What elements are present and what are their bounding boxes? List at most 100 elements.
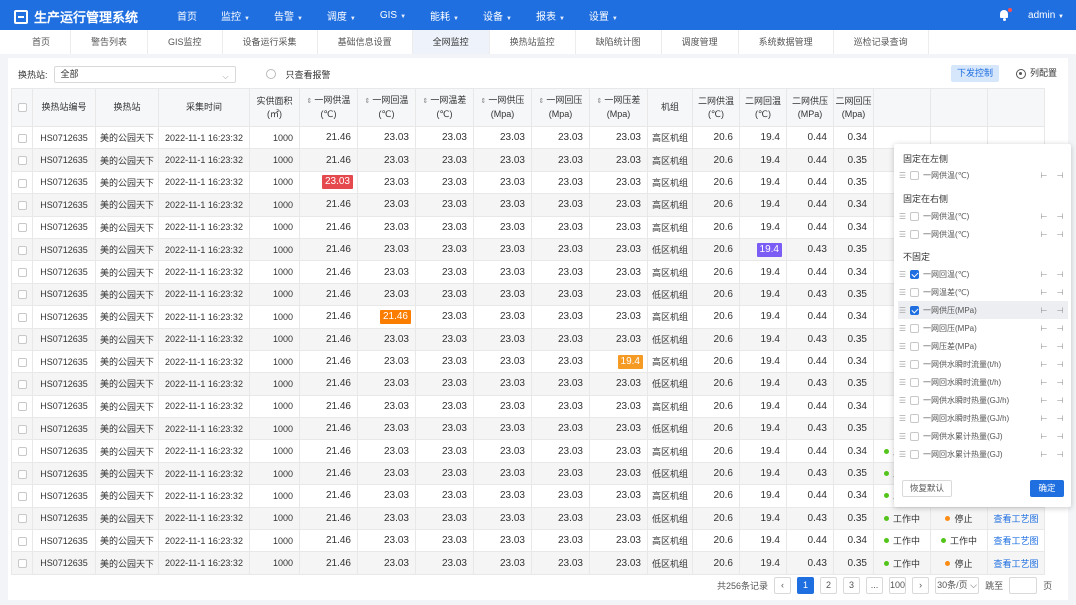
drag-handle-icon[interactable]: ☰ [898, 230, 907, 239]
column-option[interactable]: ☰ 一网供水瞬时流量(t/h) ⊢ ⊣ [898, 355, 1068, 373]
column-checkbox[interactable] [910, 229, 919, 239]
pin-left-icon[interactable]: ⊢ [1036, 306, 1052, 315]
table-row[interactable]: HS0712635 美的公园天下 2022-11-1 16:23:32 1000 21.… [11, 439, 1045, 463]
row-checkbox[interactable] [17, 402, 27, 412]
pin-left-icon[interactable]: ⊢ [1036, 324, 1052, 333]
row-checkbox[interactable] [17, 536, 27, 546]
table-row[interactable]: HS0712635 美的公园天下 2022-11-1 16:23:32 1000 21.… [11, 327, 1045, 351]
column-checkbox[interactable] [910, 305, 919, 315]
nav-item-8[interactable]: 设置 ▼ [577, 8, 630, 23]
sort-icon[interactable]: ⇕ [481, 98, 487, 105]
sort-icon[interactable]: ⇕ [597, 98, 603, 105]
tab-8[interactable]: 调度管理 [662, 30, 739, 54]
table-row[interactable]: HS0712635 美的公园天下 2022-11-1 16:23:32 1000 21.… [11, 349, 1045, 374]
drag-handle-icon[interactable]: ☰ [898, 396, 907, 405]
table-row[interactable]: HS0712635 美的公园天下 2022-11-1 16:23:32 1000 21.… [11, 282, 1045, 307]
row-checkbox[interactable] [17, 424, 27, 434]
view-process-diagram-link[interactable]: 查看工艺图 [993, 536, 1038, 546]
sort-icon[interactable]: ⇕ [307, 98, 313, 105]
view-process-diagram-link[interactable]: 查看工艺图 [993, 514, 1038, 524]
tab-0[interactable]: 首页 [12, 30, 72, 54]
tab-6[interactable]: 换热站监控 [490, 30, 576, 54]
drag-handle-icon[interactable]: ☰ [898, 270, 907, 279]
nav-item-6[interactable]: 设备 ▼ [471, 8, 524, 23]
drag-handle-icon[interactable]: ☰ [898, 212, 907, 221]
tab-7[interactable]: 缺陷统计图 [576, 30, 662, 54]
row-checkbox[interactable] [17, 245, 27, 255]
column-config-button[interactable]: 列配置 [1016, 65, 1057, 82]
drag-handle-icon[interactable]: ☰ [898, 306, 907, 315]
pin-right-icon[interactable]: ⊣ [1052, 396, 1068, 405]
column-checkbox[interactable] [910, 211, 919, 221]
column-option[interactable]: ☰ 一网回水瞬时流量(t/h) ⊢ ⊣ [898, 373, 1068, 391]
alarm-only-label[interactable]: 只查看报警 [286, 68, 331, 81]
pin-left-icon[interactable]: ⊢ [1036, 360, 1052, 369]
drag-handle-icon[interactable]: ☰ [898, 171, 907, 180]
column-checkbox[interactable] [910, 170, 919, 180]
table-row[interactable]: HS0712635 美的公园天下 2022-11-1 16:23:32 1000 21.… [11, 193, 1045, 217]
nav-item-3[interactable]: 调度 ▼ [315, 8, 368, 23]
drag-handle-icon[interactable]: ☰ [898, 414, 907, 423]
nav-item-5[interactable]: 能耗 ▼ [418, 8, 471, 23]
page-button[interactable]: 100 [889, 576, 907, 594]
row-checkbox[interactable] [17, 156, 27, 166]
table-row[interactable]: HS0712635 美的公园天下 2022-11-1 16:23:32 1000 21.… [11, 148, 1045, 172]
select-all-checkbox[interactable] [17, 103, 27, 113]
pin-left-icon[interactable]: ⊢ [1036, 270, 1052, 279]
column-checkbox[interactable] [910, 377, 919, 387]
nav-item-7[interactable]: 报表 ▼ [524, 8, 577, 23]
table-row[interactable]: HS0712635 美的公园天下 2022-11-1 16:23:32 1000 21.… [11, 484, 1045, 508]
pin-right-icon[interactable]: ⊣ [1052, 171, 1068, 180]
tab-5[interactable]: 全网监控 [412, 30, 490, 54]
pin-right-icon[interactable]: ⊣ [1052, 432, 1068, 441]
station-select[interactable]: 全部 ⌵ [53, 65, 236, 83]
table-row[interactable]: HS0712635 美的公园天下 2022-11-1 16:23:32 1000 21.… [11, 529, 1045, 553]
sort-icon[interactable]: ⇕ [539, 98, 545, 105]
pin-right-icon[interactable]: ⊣ [1052, 270, 1068, 279]
page-button[interactable]: 2 [820, 576, 838, 594]
row-checkbox[interactable] [17, 447, 27, 457]
jump-page-input[interactable] [1009, 576, 1038, 594]
row-checkbox[interactable] [17, 268, 27, 278]
table-row[interactable]: HS0712635 美的公园天下 2022-11-1 16:23:32 1000 21.… [11, 125, 1045, 150]
table-row[interactable]: HS0712635 美的公园天下 2022-11-1 16:23:32 1000 21.… [11, 461, 1045, 486]
pin-left-icon[interactable]: ⊢ [1036, 230, 1052, 239]
page-size-select[interactable]: 30条/页 ⌵ [935, 576, 980, 594]
reset-default-button[interactable]: 恢复默认 [902, 480, 952, 497]
drag-handle-icon[interactable]: ☰ [898, 342, 907, 351]
pin-left-icon[interactable]: ⊢ [1036, 396, 1052, 405]
table-row[interactable]: HS0712635 美的公园天下 2022-11-1 16:23:32 1000 21.… [11, 260, 1045, 284]
drag-handle-icon[interactable]: ☰ [898, 450, 907, 459]
column-checkbox[interactable] [910, 431, 919, 441]
pin-right-icon[interactable]: ⊣ [1052, 360, 1068, 369]
pin-left-icon[interactable]: ⊢ [1036, 212, 1052, 221]
bell-icon[interactable] [998, 8, 1013, 21]
prev-page-button[interactable]: ‹ [774, 576, 792, 594]
column-option[interactable]: ☰ 一网回水累计热量(GJ) ⊢ ⊣ [898, 445, 1068, 463]
table-row[interactable]: HS0712635 美的公园天下 2022-11-1 16:23:32 1000 21.… [11, 551, 1045, 575]
column-option[interactable]: ☰ 一网供水累计热量(GJ) ⊢ ⊣ [898, 427, 1068, 445]
table-row[interactable]: HS0712635 美的公园天下 2022-11-1 16:23:32 1000 21.… [11, 215, 1045, 239]
pin-right-icon[interactable]: ⊣ [1052, 230, 1068, 239]
pin-left-icon[interactable]: ⊢ [1036, 288, 1052, 297]
row-checkbox[interactable] [17, 312, 27, 322]
table-row[interactable]: HS0712635 美的公园天下 2022-11-1 16:23:32 1000 21.… [11, 305, 1045, 329]
row-checkbox[interactable] [17, 514, 27, 524]
row-checkbox[interactable] [17, 357, 27, 367]
drag-handle-icon[interactable]: ☰ [898, 432, 907, 441]
pin-left-icon[interactable]: ⊢ [1036, 432, 1052, 441]
nav-item-2[interactable]: 告警 ▼ [262, 8, 315, 23]
pin-right-icon[interactable]: ⊣ [1052, 450, 1068, 459]
row-checkbox[interactable] [17, 133, 27, 143]
row-checkbox[interactable] [17, 492, 27, 501]
view-process-diagram-link[interactable]: 查看工艺图 [993, 559, 1038, 569]
column-checkbox[interactable] [910, 413, 919, 423]
column-option[interactable]: ☰ 一网供温(℃) ⊢ ⊣ [898, 207, 1068, 225]
table-row[interactable]: HS0712635 美的公园天下 2022-11-1 16:23:32 1000 21.… [11, 372, 1045, 396]
row-checkbox[interactable] [17, 469, 27, 479]
row-checkbox[interactable] [17, 380, 27, 390]
column-checkbox[interactable] [910, 449, 919, 459]
table-row[interactable]: HS0712635 美的公园天下 2022-11-1 16:23:32 1000 21.… [11, 506, 1045, 531]
row-checkbox[interactable] [17, 178, 27, 188]
tab-9[interactable]: 系统数据管理 [739, 30, 834, 54]
